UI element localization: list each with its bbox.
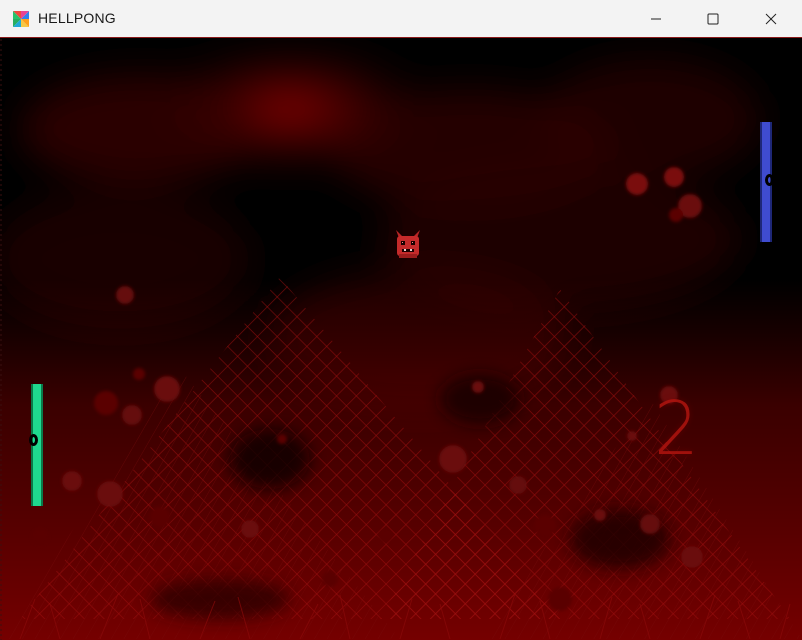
maximize-button[interactable]	[684, 0, 742, 38]
close-button[interactable]	[742, 0, 800, 38]
game-canvas[interactable]: 2	[0, 39, 802, 640]
minimize-button[interactable]	[627, 0, 685, 38]
right-paddle-eye-icon	[765, 174, 774, 186]
right-paddle[interactable]	[760, 122, 774, 242]
app-logo-icon	[13, 11, 29, 27]
left-paddle-eye-icon	[29, 434, 38, 446]
game-window: HELLPONG 2	[0, 0, 802, 640]
window-title: HELLPONG	[38, 10, 116, 26]
hell-background	[0, 39, 802, 640]
score-display: 2	[654, 386, 699, 472]
left-paddle[interactable]	[29, 384, 43, 506]
devil-face-icon	[396, 230, 420, 258]
title-bar[interactable]: HELLPONG	[0, 0, 802, 38]
minimize-icon	[651, 18, 661, 20]
close-icon	[765, 13, 777, 25]
maximize-icon	[707, 13, 719, 25]
